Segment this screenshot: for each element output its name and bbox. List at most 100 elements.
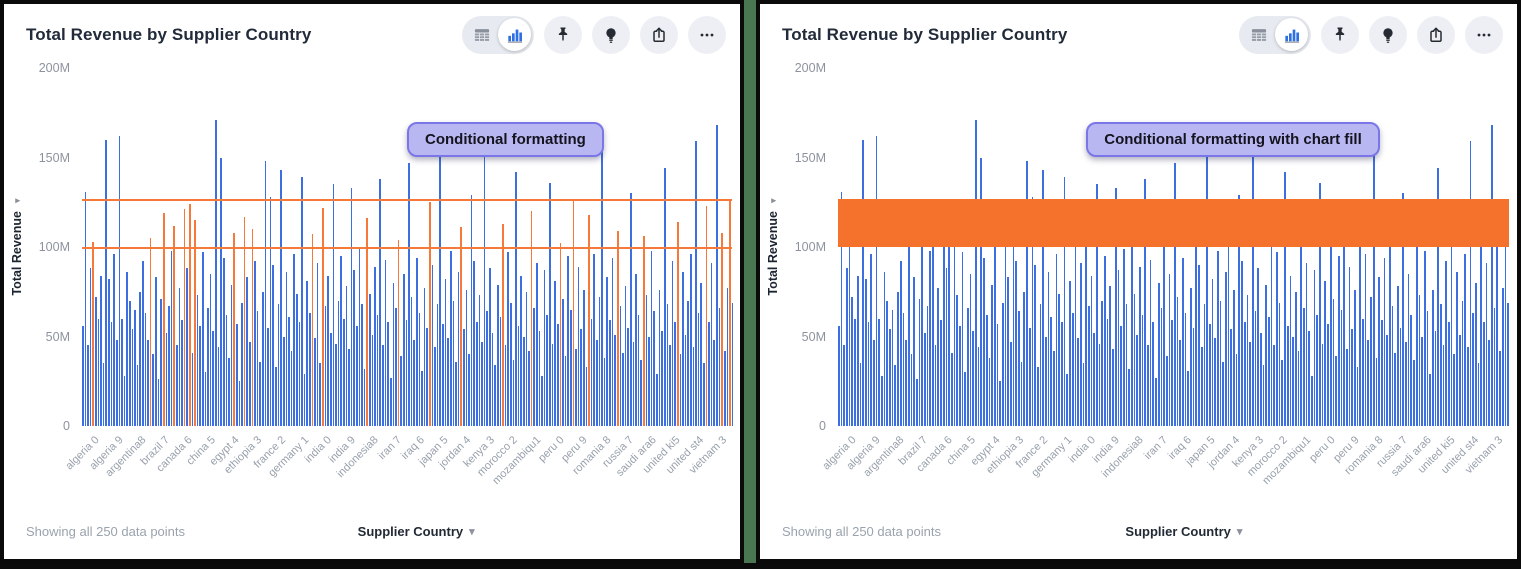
bar[interactable] — [894, 365, 896, 426]
bar[interactable] — [1386, 335, 1388, 426]
bar[interactable] — [361, 304, 363, 426]
bar[interactable] — [139, 292, 141, 426]
bar[interactable] — [972, 331, 974, 426]
bar[interactable] — [646, 295, 648, 426]
bar[interactable] — [1443, 345, 1445, 426]
bar[interactable] — [978, 347, 980, 426]
bar[interactable] — [121, 319, 123, 426]
bar[interactable] — [398, 240, 400, 426]
bar[interactable] — [306, 281, 308, 426]
bar[interactable] — [732, 303, 734, 427]
bar[interactable] — [599, 297, 601, 426]
bar[interactable] — [1013, 229, 1015, 426]
bar[interactable] — [565, 356, 567, 426]
bar[interactable] — [1072, 313, 1074, 426]
bar[interactable] — [479, 295, 481, 426]
bar[interactable] — [340, 256, 342, 426]
bar[interactable] — [1346, 349, 1348, 426]
bar[interactable] — [85, 192, 87, 426]
bar[interactable] — [377, 315, 379, 426]
bar[interactable] — [664, 168, 666, 426]
bar[interactable] — [1419, 295, 1421, 426]
bar[interactable] — [656, 374, 658, 426]
bar[interactable] — [1373, 149, 1375, 426]
bar[interactable] — [1349, 267, 1351, 426]
bar[interactable] — [900, 261, 902, 426]
bar[interactable] — [560, 243, 562, 426]
bar[interactable] — [526, 292, 528, 426]
bar[interactable] — [1448, 322, 1450, 426]
bar[interactable] — [152, 354, 154, 426]
bar[interactable] — [975, 120, 977, 426]
bar[interactable] — [633, 342, 635, 426]
bar[interactable] — [1306, 263, 1308, 426]
bar[interactable] — [1214, 338, 1216, 426]
bar[interactable] — [1263, 365, 1265, 426]
bar[interactable] — [541, 376, 543, 426]
bar[interactable] — [283, 337, 285, 427]
bar[interactable] — [651, 251, 653, 426]
bar[interactable] — [231, 285, 233, 426]
bar[interactable] — [197, 295, 199, 426]
bar[interactable] — [87, 345, 89, 426]
bar[interactable] — [239, 381, 241, 426]
bar[interactable] — [147, 340, 149, 426]
bar[interactable] — [1101, 301, 1103, 426]
bar[interactable] — [711, 263, 713, 426]
bar[interactable] — [455, 362, 457, 426]
bar[interactable] — [951, 353, 953, 426]
bar[interactable] — [1370, 297, 1372, 426]
bar[interactable] — [1136, 335, 1138, 426]
bar[interactable] — [570, 310, 572, 426]
bar[interactable] — [1316, 315, 1318, 426]
bar[interactable] — [954, 220, 956, 426]
bar[interactable] — [690, 254, 692, 426]
bar[interactable] — [520, 276, 522, 426]
bar[interactable] — [1249, 342, 1251, 426]
bar[interactable] — [1075, 234, 1077, 426]
bar[interactable] — [1435, 331, 1437, 426]
bar[interactable] — [620, 306, 622, 426]
bar[interactable] — [275, 367, 277, 426]
bar[interactable] — [1295, 292, 1297, 426]
bar[interactable] — [327, 276, 329, 426]
bar[interactable] — [638, 315, 640, 426]
bar[interactable] — [586, 367, 588, 426]
bar[interactable] — [956, 295, 958, 426]
bar[interactable] — [1394, 353, 1396, 426]
bar[interactable] — [1432, 290, 1434, 426]
bar[interactable] — [288, 317, 290, 426]
bar[interactable] — [1131, 218, 1133, 426]
bar[interactable] — [291, 351, 293, 426]
bar[interactable] — [223, 258, 225, 426]
bar[interactable] — [884, 272, 886, 426]
bar[interactable] — [929, 251, 931, 426]
bar[interactable] — [199, 326, 201, 426]
bar[interactable] — [301, 177, 303, 426]
view-toggle[interactable] — [1239, 16, 1311, 54]
insights-button[interactable] — [1369, 16, 1407, 54]
bar[interactable] — [1225, 272, 1227, 426]
bar[interactable] — [554, 281, 556, 426]
bar[interactable] — [1392, 306, 1394, 426]
bar[interactable] — [1324, 281, 1326, 426]
bar[interactable] — [919, 299, 921, 426]
bar[interactable] — [1271, 224, 1273, 426]
bar[interactable] — [1281, 360, 1283, 426]
pin-button[interactable] — [544, 16, 582, 54]
bar[interactable] — [1298, 351, 1300, 426]
bar[interactable] — [1287, 326, 1289, 426]
bar[interactable] — [142, 261, 144, 426]
bar[interactable] — [862, 140, 864, 426]
bar[interactable] — [713, 340, 715, 426]
bar[interactable] — [528, 351, 530, 426]
bar[interactable] — [983, 258, 985, 426]
bar[interactable] — [82, 326, 84, 426]
bar[interactable] — [727, 288, 729, 426]
bar[interactable] — [593, 254, 595, 426]
x-axis-field-dropdown[interactable]: Supplier Country ▾ — [1125, 524, 1242, 539]
bar[interactable] — [1475, 283, 1477, 426]
bar[interactable] — [1099, 344, 1101, 426]
bar[interactable] — [1292, 337, 1294, 427]
bar[interactable] — [1247, 295, 1249, 426]
